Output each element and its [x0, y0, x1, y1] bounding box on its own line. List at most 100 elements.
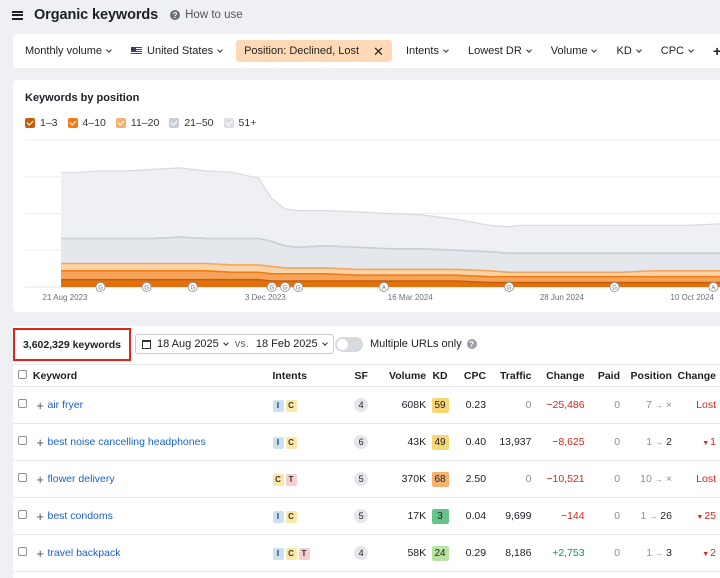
legend-checkbox[interactable]: [223, 118, 234, 128]
kd-filter[interactable]: KD: [610, 40, 646, 62]
position-from: 10: [640, 473, 652, 485]
traffic-cell: 0: [486, 460, 532, 498]
col-traffic[interactable]: Traffic: [486, 364, 532, 387]
page-title: Organic keywords: [34, 7, 159, 23]
serp-features-badge[interactable]: 6: [354, 435, 369, 449]
intent-badge: T: [285, 473, 297, 486]
position-change: 1: [710, 436, 716, 448]
legend-checkbox[interactable]: [169, 118, 180, 128]
intents-filter[interactable]: Intents: [400, 40, 454, 62]
legend-checkbox[interactable]: [25, 118, 35, 128]
kd-badge: 68: [431, 471, 449, 487]
how-to-use-link[interactable]: ? How to use: [170, 9, 243, 21]
row-checkbox[interactable]: [18, 436, 28, 445]
position-cell[interactable]: 7 → ×: [620, 386, 672, 424]
keyword-link[interactable]: air fryer: [48, 399, 84, 411]
traffic-value: 13,937: [499, 436, 532, 448]
add-filter-button[interactable]: +A: [707, 40, 720, 62]
intents-cell: IC: [272, 423, 346, 461]
monthly-volume-filter[interactable]: Monthly volume: [19, 40, 117, 62]
date-compare-selector[interactable]: 18 Aug 2025 vs. 18 Feb 2025: [135, 334, 334, 354]
position-to: ×: [665, 473, 672, 485]
row-select-cell: [13, 497, 33, 535]
keyword-cell: best condoms: [47, 497, 273, 535]
legend-checkbox[interactable]: [67, 118, 78, 128]
position-cell[interactable]: 1 → 3: [620, 534, 672, 572]
col-keyword[interactable]: Keyword: [32, 364, 273, 387]
legend-checkbox[interactable]: [115, 118, 126, 128]
keyword-link[interactable]: best condoms: [48, 510, 113, 522]
row-add-cell: +: [32, 386, 48, 424]
keyword-link[interactable]: flower delivery: [48, 473, 115, 485]
kd-label: KD: [616, 45, 632, 57]
serp-features-badge[interactable]: 4: [354, 398, 369, 412]
row-checkbox[interactable]: [18, 547, 28, 556]
col-intents[interactable]: Intents: [272, 364, 346, 387]
plus-icon: +: [713, 43, 720, 59]
keyword-link[interactable]: travel backpack: [48, 547, 121, 559]
intent-badge: C: [285, 510, 297, 523]
cpc-cell: 0.04: [454, 497, 487, 535]
legend-item[interactable]: 51+: [223, 117, 257, 129]
close-icon[interactable]: ✕: [373, 45, 384, 58]
legend-label: 11–20: [130, 117, 160, 129]
arrow-right-icon: →: [654, 401, 663, 410]
select-all-checkbox[interactable]: [18, 369, 28, 379]
add-to-list-icon[interactable]: +: [36, 509, 44, 524]
col-position[interactable]: Position: [620, 364, 672, 387]
position-filter-chip[interactable]: Position: Declined, Lost ✕: [236, 40, 392, 62]
traffic-cell: 8,186: [486, 534, 532, 572]
row-checkbox[interactable]: [18, 399, 28, 408]
country-filter[interactable]: United States: [125, 40, 228, 62]
update-marker-label: G: [270, 286, 275, 292]
x-tick-label: 28 Jun 2024: [540, 293, 585, 302]
update-marker-label: G: [190, 286, 195, 292]
select-all-cell: [13, 364, 33, 387]
intents-cell: IC: [272, 497, 346, 535]
paid-cell: 0: [584, 460, 621, 498]
legend-item[interactable]: 4–10: [67, 117, 106, 129]
legend-label: 1–3: [40, 117, 58, 129]
position-cell[interactable]: 1 → 26: [620, 497, 672, 535]
help-icon[interactable]: ?: [466, 339, 477, 349]
keyword-link[interactable]: best noise cancelling headphones: [48, 436, 206, 448]
intent-badge: C: [285, 399, 297, 412]
legend-item[interactable]: 21–50: [169, 117, 214, 129]
row-select-cell: [13, 534, 33, 572]
add-to-list-icon[interactable]: +: [36, 472, 44, 487]
country-label: United States: [147, 45, 214, 57]
position-change: 2: [710, 547, 716, 559]
serp-features-badge[interactable]: 4: [354, 546, 369, 560]
col-cpc[interactable]: CPC: [454, 364, 487, 387]
lowest-dr-filter[interactable]: Lowest DR: [462, 40, 537, 62]
cpc-filter[interactable]: CPC: [655, 40, 699, 62]
row-checkbox[interactable]: [18, 510, 28, 519]
col-kd[interactable]: KD: [426, 364, 454, 387]
serp-features-badge[interactable]: 5: [354, 472, 369, 486]
traffic-value: 9,699: [505, 510, 532, 522]
volume-cell: 608K: [376, 386, 427, 424]
col-paid[interactable]: Paid: [584, 364, 621, 387]
kd-cell: 49: [426, 423, 454, 461]
col-volume[interactable]: Volume: [376, 364, 427, 387]
menu-icon[interactable]: [12, 10, 23, 20]
legend-label: 51+: [238, 117, 257, 129]
col-change[interactable]: Change: [531, 364, 585, 387]
multiple-urls-label-wrap: Multiple URLs only ?: [370, 338, 477, 350]
volume-filter[interactable]: Volume: [545, 40, 603, 62]
multiple-urls-toggle[interactable]: [335, 337, 363, 352]
keywords-panel: 3,602,329 keywords 18 Aug 2025 vs. 18 Fe…: [13, 326, 720, 578]
col-sf[interactable]: SF: [345, 364, 377, 387]
add-to-list-icon[interactable]: +: [36, 546, 44, 561]
row-checkbox[interactable]: [18, 473, 28, 482]
sf-cell: 4: [345, 386, 377, 424]
legend-item[interactable]: 1–3: [25, 117, 58, 129]
legend-item[interactable]: 11–20: [115, 117, 160, 129]
serp-features-badge[interactable]: 5: [354, 509, 369, 523]
add-to-list-icon[interactable]: +: [36, 435, 44, 450]
position-cell[interactable]: 10 → ×: [620, 460, 672, 498]
traffic-change-cell: −10,521: [531, 460, 585, 498]
col-position-change[interactable]: Change: [671, 364, 720, 387]
add-to-list-icon[interactable]: +: [36, 398, 44, 413]
position-cell[interactable]: 1 → 2: [620, 423, 672, 461]
